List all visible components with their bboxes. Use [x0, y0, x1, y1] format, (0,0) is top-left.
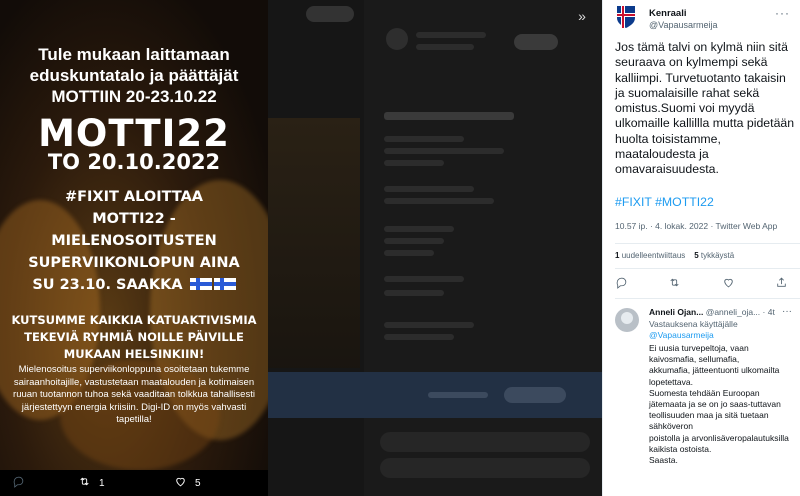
tweet-detail-panel: Kenraali @Vapausarmeija ··· Jos tämä tal…: [602, 0, 800, 496]
replying-to-link[interactable]: @Vapausarmeija: [649, 330, 738, 341]
finland-flag-icon: [189, 278, 212, 290]
tweet-hashtags[interactable]: #FIXIT #MOTTI22: [615, 195, 714, 209]
tweet-media-image[interactable]: Tule mukaan laittamaan eduskuntatalo ja …: [0, 0, 268, 470]
retweet-icon[interactable]: [668, 276, 681, 294]
reply-icon[interactable]: [615, 276, 628, 294]
retweet-icon: [78, 475, 91, 491]
poster-body-text: Mielenosoitus superviikonloppuna osoitet…: [13, 364, 255, 425]
reply-time[interactable]: · 4t: [763, 307, 775, 317]
reply-header: Anneli Ojan... @anneli_oja... · 4t: [649, 307, 775, 317]
poster-title: MOTTI22: [38, 112, 230, 155]
heart-icon: [174, 475, 187, 491]
retweet-button[interactable]: 1: [78, 475, 105, 491]
heart-icon[interactable]: [722, 276, 735, 294]
poster-invite: KUTSUMME KAIKKIA KATUAKTIVISMIA TEKEVIÄ …: [11, 313, 257, 361]
reply-button[interactable]: [12, 475, 25, 491]
media-action-bar: 1 5: [0, 470, 283, 496]
divider: [615, 268, 800, 269]
likes-stat[interactable]: 5 tykkäystä: [694, 251, 734, 260]
reply-author-name[interactable]: Anneli Ojan...: [649, 307, 703, 317]
finland-flag-icon: [213, 278, 236, 290]
tweet-stats: 1 uudelleentwiittaus 5 tykkäystä: [615, 251, 734, 260]
expand-panel-button[interactable]: »: [572, 6, 592, 26]
tweet-action-bar: [615, 276, 788, 294]
divider: [615, 298, 800, 299]
author-handle[interactable]: @Vapausarmeija: [649, 20, 718, 30]
replying-to: Vastauksena käyttäjälle @Vapausarmeija: [649, 319, 738, 341]
background-sidebar: [364, 0, 602, 496]
more-options-button[interactable]: ···: [775, 6, 790, 20]
like-count: 5: [195, 477, 201, 489]
tweet-timestamp[interactable]: 10.57 ip. · 4. lokak. 2022 · Twitter Web…: [615, 221, 777, 231]
double-chevron-right-icon: »: [578, 8, 586, 24]
background-media: [268, 118, 360, 368]
reply-more-options-button[interactable]: ···: [782, 306, 792, 317]
poster-date: TO 20.10.2022: [47, 150, 221, 174]
author-name[interactable]: Kenraali: [649, 8, 687, 19]
reply-avatar[interactable]: [615, 308, 639, 332]
reply-author-handle[interactable]: @anneli_oja...: [706, 307, 760, 317]
background-banner: [268, 372, 602, 418]
background-page-dimmed: [268, 0, 602, 496]
share-icon[interactable]: [775, 276, 788, 294]
like-button[interactable]: 5: [174, 475, 201, 491]
poster-hashtag-block: #FIXIT ALOITTAA MOTTI22 - MIELENOSOITUST…: [28, 189, 240, 293]
tweet-text: Jos tämä talvi on kylmä niin sitä seuraa…: [615, 40, 795, 177]
poster-heading: Tule mukaan laittamaan eduskuntatalo ja …: [29, 45, 239, 106]
divider: [615, 243, 800, 244]
retweets-stat[interactable]: 1 uudelleentwiittaus: [615, 251, 685, 260]
retweet-count: 1: [99, 477, 105, 489]
avatar[interactable]: [615, 4, 637, 28]
reply-text: Ei uusia turvepeltoja, vaan kaivosmafia,…: [649, 343, 789, 466]
tweet-header: Kenraali @Vapausarmeija ···: [603, 0, 800, 40]
reply-icon: [12, 475, 25, 491]
